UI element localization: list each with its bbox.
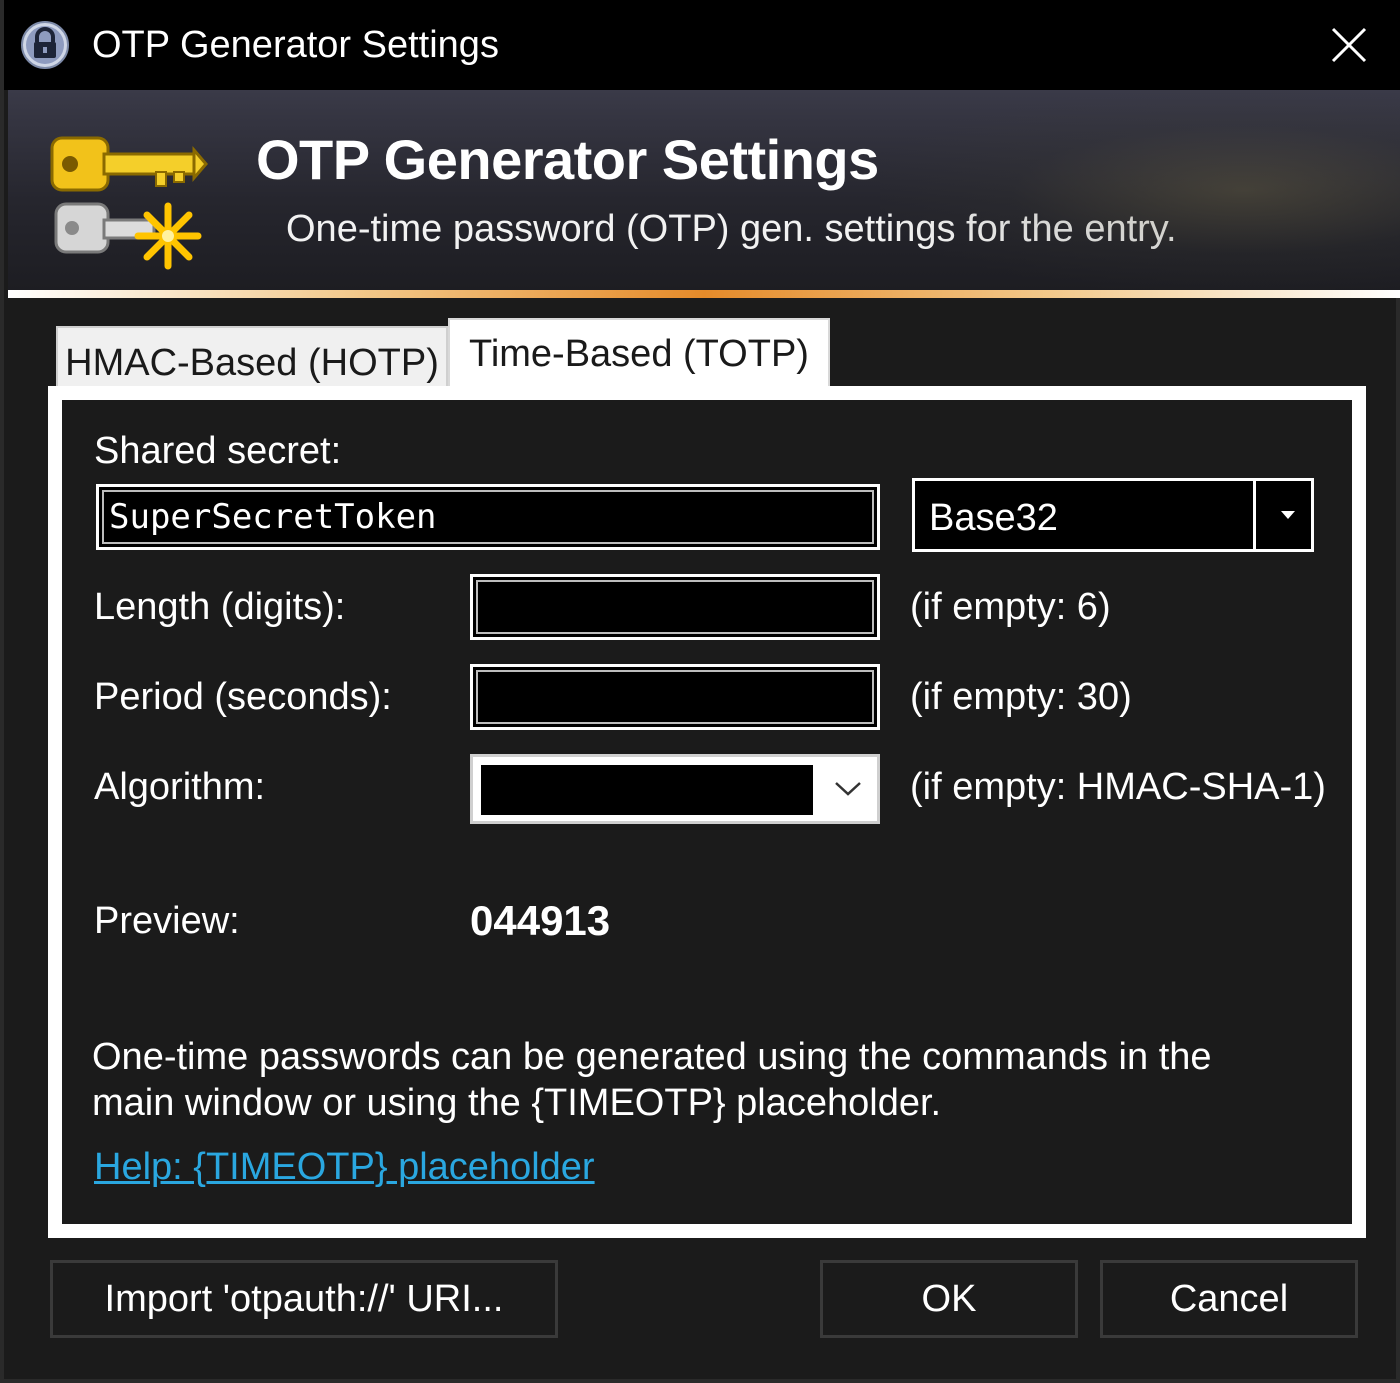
algorithm-hint: (if empty: HMAC-SHA-1) — [910, 766, 1326, 808]
length-input[interactable] — [470, 574, 880, 640]
period-input[interactable] — [470, 664, 880, 730]
lock-icon — [20, 20, 70, 70]
dropdown-divider — [1253, 481, 1256, 549]
cancel-button[interactable]: Cancel — [1100, 1260, 1358, 1338]
close-icon — [1331, 27, 1367, 63]
title-bar: OTP Generator Settings — [4, 0, 1400, 90]
dropdown-arrow-icon[interactable] — [1263, 481, 1313, 549]
banner-subtitle: One-time password (OTP) gen. settings fo… — [286, 208, 1177, 250]
algorithm-dropdown[interactable] — [470, 754, 880, 824]
tab-totp[interactable]: Time-Based (TOTP) — [448, 318, 830, 392]
secret-encoding-value: Base32 — [929, 497, 1058, 539]
banner-divider — [8, 290, 1400, 298]
ok-button[interactable]: OK — [820, 1260, 1078, 1338]
length-label: Length (digits): — [94, 586, 346, 628]
preview-label: Preview: — [94, 900, 240, 942]
algorithm-label: Algorithm: — [94, 766, 266, 808]
help-timeotp-link[interactable]: Help: {TIMEOTP} placeholder — [94, 1144, 595, 1190]
preview-otp-value: 044913 — [470, 897, 611, 944]
keys-icon — [46, 126, 216, 276]
algorithm-value — [481, 765, 813, 815]
info-text: One-time passwords can be generated usin… — [92, 1036, 1212, 1124]
secret-encoding-dropdown[interactable]: Base32 — [912, 478, 1314, 552]
chevron-down-icon[interactable] — [819, 757, 877, 821]
banner-title: OTP Generator Settings — [256, 128, 879, 191]
close-button[interactable] — [1324, 20, 1374, 70]
length-hint: (if empty: 6) — [910, 586, 1111, 628]
import-uri-button[interactable]: Import 'otpauth://' URI... — [50, 1260, 558, 1338]
window-title: OTP Generator Settings — [92, 24, 499, 66]
header-banner: OTP Generator Settings One-time password… — [8, 90, 1400, 290]
tab-hotp[interactable]: HMAC-Based (HOTP) — [56, 326, 448, 390]
period-label: Period (seconds): — [94, 676, 392, 718]
otp-settings-dialog: OTP Generator Settings OTP Generator Set… — [0, 0, 1400, 1383]
period-hint: (if empty: 30) — [910, 676, 1132, 718]
shared-secret-label: Shared secret: — [94, 430, 342, 472]
shared-secret-input[interactable]: SuperSecretToken — [96, 484, 880, 550]
